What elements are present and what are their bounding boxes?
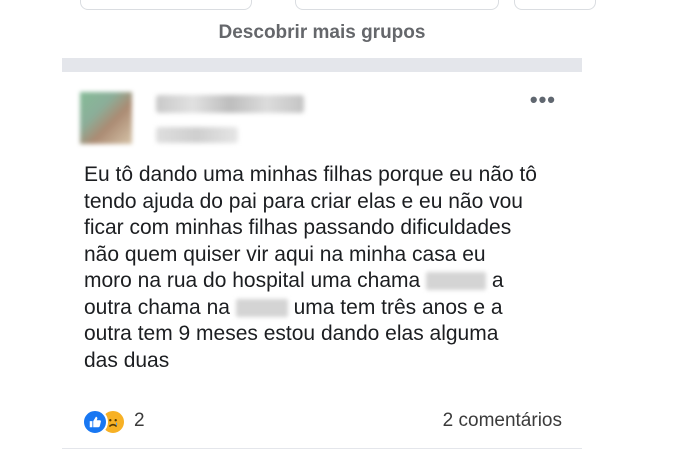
redacted-name	[235, 298, 288, 317]
facebook-group-feed: Descobrir mais grupos ••• Eu tô dando um…	[62, 0, 596, 465]
group-card[interactable]	[80, 0, 252, 10]
discover-groups-link[interactable]: Descobrir mais grupos	[62, 22, 582, 44]
post-meta-blurred	[156, 127, 238, 143]
reaction-count: 2	[134, 410, 145, 431]
footer-divider	[62, 448, 582, 449]
post-line: Eu tô dando uma minhas filhas porque eu …	[84, 163, 537, 186]
post-line: outra tem 9 meses estou dando elas algum…	[84, 322, 499, 345]
post-line: a	[491, 269, 504, 292]
post-text: Eu tô dando uma minhas filhas porque eu …	[84, 162, 574, 374]
feed-divider	[62, 58, 582, 72]
post-line: uma tem três anos e a	[293, 295, 503, 319]
comments-count-link[interactable]: 2 comentários	[443, 410, 562, 432]
author-name-blurred[interactable]	[156, 95, 304, 113]
more-options-icon[interactable]: •••	[530, 89, 556, 111]
post-line: das duas	[84, 348, 170, 372]
group-card[interactable]	[514, 0, 596, 10]
post-line: moro na rua do hospital uma chama	[84, 269, 421, 292]
post-line: outra chama na	[84, 295, 230, 319]
post-line: não quem quiser vir aqui na minha casa e…	[84, 242, 486, 266]
avatar[interactable]	[80, 92, 132, 144]
like-reaction-icon	[82, 409, 108, 435]
group-card[interactable]	[295, 0, 499, 10]
post-line: ficar com minhas filhas passando dificul…	[84, 216, 512, 239]
post-line: tendo ajuda do pai para criar elas e eu …	[84, 189, 523, 213]
redacted-name	[426, 272, 487, 291]
